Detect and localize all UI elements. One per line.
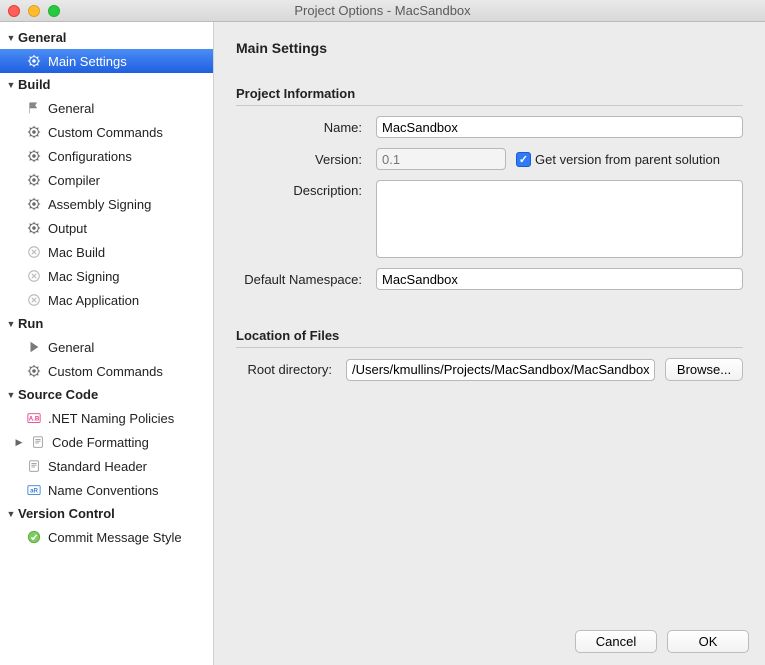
sidebar: ▼ General Main Settings ▼ Build General … [0, 22, 214, 665]
category-source-code[interactable]: ▼ Source Code [0, 383, 213, 406]
minimize-icon[interactable] [28, 5, 40, 17]
ar-icon: aR [26, 482, 42, 498]
sidebar-item-label: Custom Commands [48, 364, 163, 379]
sidebar-item-run-general[interactable]: General [0, 335, 213, 359]
sidebar-item-label: Code Formatting [52, 435, 149, 450]
divider [236, 105, 743, 106]
gear-icon [26, 53, 42, 69]
sidebar-item-output[interactable]: Output [0, 216, 213, 240]
gear-icon [26, 172, 42, 188]
check-circle-icon [26, 529, 42, 545]
description-label: Description: [236, 180, 366, 198]
svg-text:aR: aR [30, 488, 38, 495]
content-panel: Main Settings Project Information Name: … [214, 22, 765, 665]
sidebar-item-label: General [48, 340, 94, 355]
sidebar-item-net-naming[interactable]: A.B .NET Naming Policies [0, 406, 213, 430]
x-circle-icon [26, 268, 42, 284]
document-icon [30, 434, 46, 450]
browse-button[interactable]: Browse... [665, 358, 743, 381]
sidebar-item-configurations[interactable]: Configurations [0, 144, 213, 168]
gear-icon [26, 148, 42, 164]
sidebar-item-label: Configurations [48, 149, 132, 164]
sidebar-item-run-custom-commands[interactable]: Custom Commands [0, 359, 213, 383]
chevron-down-icon: ▼ [6, 33, 16, 43]
x-circle-icon [26, 292, 42, 308]
version-label: Version: [236, 152, 366, 167]
version-input [376, 148, 506, 170]
root-directory-label: Root directory: [236, 362, 336, 377]
chevron-right-icon: ▶ [14, 437, 24, 448]
category-run[interactable]: ▼ Run [0, 312, 213, 335]
root-directory-input[interactable] [346, 359, 655, 381]
checkbox-checked-icon[interactable]: ✓ [516, 152, 531, 167]
sidebar-item-label: Mac Application [48, 293, 139, 308]
sidebar-item-custom-commands[interactable]: Custom Commands [0, 120, 213, 144]
name-label: Name: [236, 120, 366, 135]
sidebar-item-main-settings[interactable]: Main Settings [0, 49, 213, 73]
default-namespace-input[interactable] [376, 268, 743, 290]
ab-icon: A.B [26, 410, 42, 426]
divider [236, 347, 743, 348]
sidebar-item-commit-message-style[interactable]: Commit Message Style [0, 525, 213, 549]
category-label: Version Control [18, 506, 115, 521]
chevron-down-icon: ▼ [6, 80, 16, 90]
sidebar-item-label: Name Conventions [48, 483, 159, 498]
section-project-info-title: Project Information [236, 86, 743, 101]
page-title: Main Settings [236, 40, 743, 56]
category-general[interactable]: ▼ General [0, 26, 213, 49]
titlebar: Project Options - MacSandbox [0, 0, 765, 22]
category-label: Build [18, 77, 51, 92]
zoom-icon[interactable] [48, 5, 60, 17]
ok-button[interactable]: OK [667, 630, 749, 653]
gear-icon [26, 124, 42, 140]
description-input[interactable] [376, 180, 743, 258]
flag-icon [26, 100, 42, 116]
default-namespace-label: Default Namespace: [236, 272, 366, 287]
category-label: Run [18, 316, 43, 331]
gear-icon [26, 363, 42, 379]
sidebar-item-compiler[interactable]: Compiler [0, 168, 213, 192]
category-label: Source Code [18, 387, 98, 402]
get-version-label: Get version from parent solution [535, 152, 720, 167]
name-input[interactable] [376, 116, 743, 138]
sidebar-item-label: .NET Naming Policies [48, 411, 174, 426]
category-version-control[interactable]: ▼ Version Control [0, 502, 213, 525]
sidebar-item-mac-signing[interactable]: Mac Signing [0, 264, 213, 288]
sidebar-item-build-general[interactable]: General [0, 96, 213, 120]
chevron-down-icon: ▼ [6, 509, 16, 519]
svg-text:A.B: A.B [29, 416, 40, 423]
chevron-down-icon: ▼ [6, 390, 16, 400]
cancel-button[interactable]: Cancel [575, 630, 657, 653]
window-title: Project Options - MacSandbox [294, 3, 470, 18]
category-label: General [18, 30, 66, 45]
sidebar-item-label: Standard Header [48, 459, 147, 474]
traffic-lights [8, 5, 60, 17]
x-circle-icon [26, 244, 42, 260]
chevron-down-icon: ▼ [6, 319, 16, 329]
sidebar-item-label: Mac Signing [48, 269, 120, 284]
sidebar-item-name-conventions[interactable]: aR Name Conventions [0, 478, 213, 502]
sidebar-item-label: Mac Build [48, 245, 105, 260]
sidebar-item-label: Compiler [48, 173, 100, 188]
sidebar-item-standard-header[interactable]: Standard Header [0, 454, 213, 478]
sidebar-item-label: Commit Message Style [48, 530, 182, 545]
sidebar-item-mac-application[interactable]: Mac Application [0, 288, 213, 312]
sidebar-item-label: Assembly Signing [48, 197, 151, 212]
sidebar-item-label: Output [48, 221, 87, 236]
sidebar-item-label: General [48, 101, 94, 116]
dialog-buttons: Cancel OK [575, 630, 749, 653]
sidebar-item-label: Custom Commands [48, 125, 163, 140]
category-build[interactable]: ▼ Build [0, 73, 213, 96]
gear-icon [26, 196, 42, 212]
sidebar-item-assembly-signing[interactable]: Assembly Signing [0, 192, 213, 216]
sidebar-item-code-formatting[interactable]: ▶ Code Formatting [0, 430, 213, 454]
section-location-title: Location of Files [236, 328, 743, 343]
play-icon [26, 339, 42, 355]
get-version-checkbox-wrap[interactable]: ✓ Get version from parent solution [516, 152, 720, 167]
close-icon[interactable] [8, 5, 20, 17]
sidebar-item-label: Main Settings [48, 54, 127, 69]
sidebar-item-mac-build[interactable]: Mac Build [0, 240, 213, 264]
document-icon [26, 458, 42, 474]
gear-icon [26, 220, 42, 236]
